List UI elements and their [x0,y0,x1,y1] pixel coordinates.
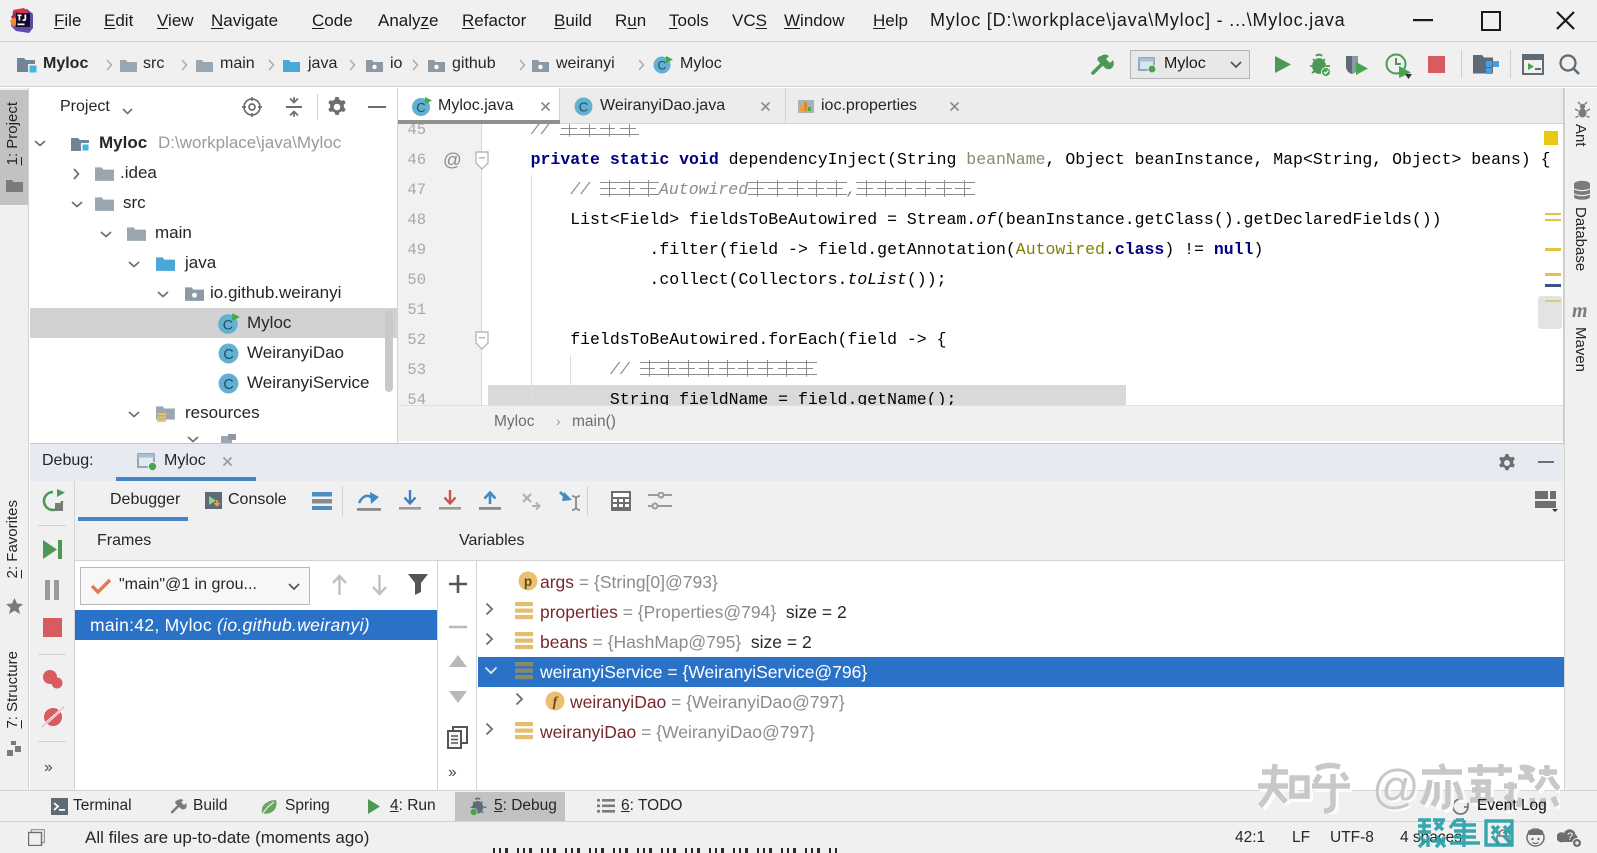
svg-text:C: C [223,377,233,393]
svg-text:C: C [658,59,667,73]
svg-text:C: C [223,347,233,363]
svg-text:@: @ [1372,762,1420,813]
svg-text:C: C [579,100,588,115]
svg-text:C: C [416,100,425,115]
svg-text:?: ? [1567,831,1573,843]
svg-text:C: C [223,318,233,334]
svg-text:p: p [524,574,532,589]
